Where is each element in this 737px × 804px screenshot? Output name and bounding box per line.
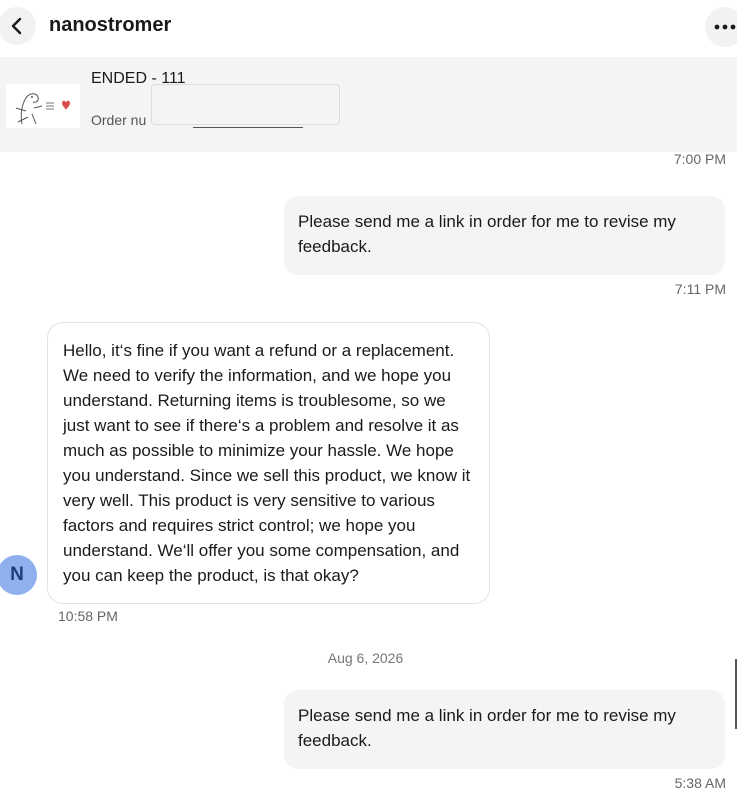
more-horizontal-icon bbox=[714, 24, 736, 30]
outgoing-message-bubble[interactable]: Please send me a link in order for me to… bbox=[284, 196, 725, 275]
order-number-link[interactable] bbox=[193, 127, 303, 128]
more-options-button[interactable] bbox=[705, 7, 737, 47]
incoming-message-bubble[interactable]: Hello, it‘s fine if you want a refund or… bbox=[47, 322, 490, 604]
product-thumbnail bbox=[6, 84, 80, 128]
chat-page: nanostromer ENDED - 111 Order nu 7:00 PM bbox=[0, 0, 737, 804]
date-separator: Aug 6, 2026 bbox=[327, 650, 404, 666]
back-button[interactable] bbox=[0, 7, 36, 45]
message-text: Please send me a link in order for me to… bbox=[298, 212, 676, 256]
chat-title: nanostromer bbox=[49, 14, 172, 36]
chat-header: nanostromer bbox=[0, 0, 737, 52]
avatar[interactable]: N bbox=[0, 555, 37, 595]
product-illustration-icon bbox=[15, 93, 70, 125]
message-timestamp: 7:11 PM bbox=[674, 281, 726, 297]
outgoing-message-bubble[interactable]: Please send me a link in order for me to… bbox=[284, 690, 725, 769]
order-card[interactable]: ENDED - 111 Order nu bbox=[0, 57, 737, 152]
order-number-label: Order nu bbox=[91, 112, 147, 128]
message-text: Please send me a link in order for me to… bbox=[298, 706, 676, 750]
message-text: Hello, it‘s fine if you want a refund or… bbox=[63, 341, 471, 585]
avatar-initial: N bbox=[10, 564, 24, 585]
message-timestamp: 7:00 PM bbox=[673, 151, 726, 167]
message-timestamp: 5:38 AM bbox=[674, 775, 726, 791]
message-timestamp: 10:58 PM bbox=[58, 608, 118, 624]
redacted-box bbox=[151, 84, 340, 125]
chevron-left-icon bbox=[11, 17, 22, 35]
